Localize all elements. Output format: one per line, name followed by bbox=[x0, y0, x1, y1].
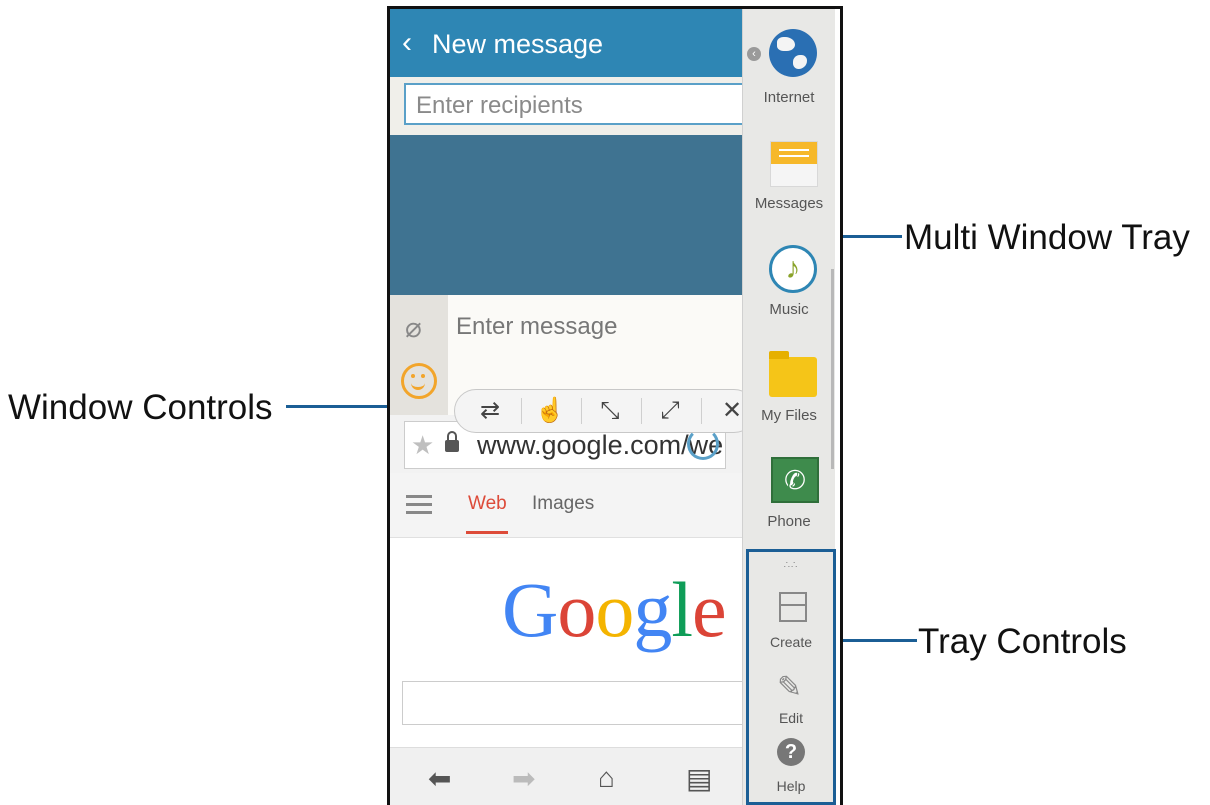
edit-label: Edit bbox=[778, 710, 804, 726]
logo-letter-e: e bbox=[692, 566, 727, 653]
browser-bottom-bar: ⬅ ➡ ⌂ ▤ bbox=[390, 747, 742, 805]
google-search-input[interactable] bbox=[402, 681, 744, 725]
tray-app-label: Phone bbox=[767, 513, 811, 530]
logo-letter-g-lower: g bbox=[633, 566, 672, 653]
page-title: New message bbox=[432, 29, 604, 59]
window-controls-divider bbox=[521, 398, 522, 424]
compose-sidebar: ⌀ bbox=[390, 295, 448, 415]
logo-letter-o2: o bbox=[595, 566, 634, 653]
attach-icon[interactable]: ⌀ bbox=[405, 311, 422, 344]
help-icon: ? bbox=[777, 738, 805, 766]
internet-globe-icon bbox=[769, 29, 817, 77]
maximize-window-icon[interactable]: ⤢ bbox=[655, 396, 685, 426]
message-header: ‹ New message bbox=[390, 9, 742, 77]
message-input[interactable]: Enter message bbox=[456, 313, 617, 341]
back-arrow-icon[interactable]: ⬅ bbox=[428, 762, 451, 795]
tray-collapse-icon[interactable]: ‹ bbox=[747, 47, 761, 61]
window-controls-divider bbox=[581, 398, 582, 424]
create-icon bbox=[779, 592, 807, 622]
tray-controls-callout: Tray Controls bbox=[918, 622, 1127, 661]
folder-icon bbox=[769, 351, 817, 397]
back-icon[interactable]: ‹ bbox=[402, 26, 412, 60]
messages-envelope-icon bbox=[770, 141, 818, 187]
window-controls-callout: Window Controls bbox=[8, 388, 273, 427]
multi-window-tray: ‹ Internet Messages ♪ Music My Files ✆ P… bbox=[742, 9, 836, 805]
window-controls-divider bbox=[701, 398, 702, 424]
tray-controls: ∴∴ Create ✎ Edit ? Help bbox=[746, 549, 836, 805]
drag-content-icon[interactable]: ☝ bbox=[535, 396, 565, 426]
drag-handle-icon[interactable]: ∴∴ bbox=[749, 560, 833, 571]
logo-letter-o1: o bbox=[557, 566, 596, 653]
swap-windows-icon[interactable]: ⇄ bbox=[475, 396, 505, 426]
emoticon-icon[interactable] bbox=[401, 363, 437, 399]
minimize-window-icon[interactable]: ⤡ bbox=[595, 396, 625, 426]
window-controls-divider bbox=[641, 398, 642, 424]
tab-images[interactable]: Images bbox=[532, 493, 594, 515]
tabs-icon[interactable]: ▤ bbox=[686, 762, 712, 795]
tray-controls-callout-line bbox=[837, 639, 917, 642]
tray-app-label: Internet bbox=[763, 89, 815, 106]
create-label: Create bbox=[769, 634, 813, 650]
help-label: Help bbox=[776, 778, 806, 794]
recipients-row: Enter recipients bbox=[390, 77, 744, 135]
logo-letter-g: G bbox=[502, 566, 558, 653]
logo-letter-l: l bbox=[671, 566, 693, 653]
pencil-icon: ✎ bbox=[777, 671, 803, 704]
conversation-area bbox=[390, 135, 742, 295]
window-controls: ⇄ ☝ ⤡ ⤢ ✕ bbox=[454, 389, 756, 433]
google-logo: Google bbox=[502, 565, 727, 655]
home-icon[interactable]: ⌂ bbox=[598, 762, 615, 794]
browser-nav-row: Web Images bbox=[390, 473, 742, 538]
tray-app-label: My Files bbox=[761, 407, 817, 424]
recipients-input[interactable]: Enter recipients bbox=[404, 83, 744, 125]
phone-screen: ‹ New message Enter recipients ⌀ Enter m… bbox=[387, 6, 843, 805]
tab-web-underline bbox=[466, 531, 508, 534]
music-note-icon: ♪ bbox=[769, 245, 817, 293]
multi-window-tray-callout: Multi Window Tray bbox=[904, 218, 1190, 257]
bookmark-star-icon[interactable]: ★ bbox=[411, 430, 434, 461]
tray-app-label: Messages bbox=[754, 195, 824, 212]
phone-handset-icon: ✆ bbox=[771, 457, 819, 503]
tab-web[interactable]: Web bbox=[468, 493, 507, 515]
lock-icon bbox=[445, 431, 459, 452]
forward-arrow-icon[interactable]: ➡ bbox=[512, 762, 535, 795]
menu-icon[interactable] bbox=[406, 495, 432, 498]
tray-app-label: Music bbox=[769, 301, 809, 318]
tray-scrollbar[interactable] bbox=[831, 269, 834, 469]
